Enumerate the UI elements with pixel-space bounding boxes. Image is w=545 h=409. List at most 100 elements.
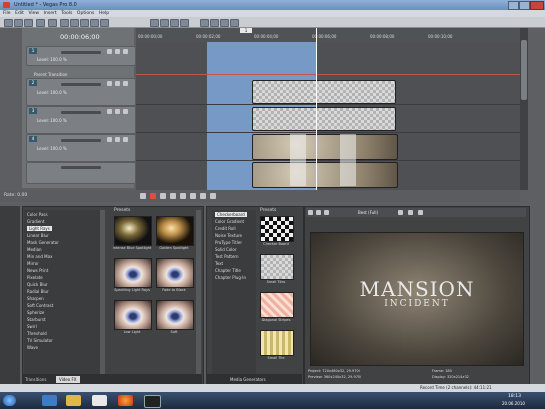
generator-item[interactable]: Chapter Plug-In <box>215 275 246 280</box>
fx-item[interactable]: Quick Blur <box>27 282 48 287</box>
level-slider[interactable] <box>61 83 101 86</box>
media-player-icon[interactable] <box>92 395 107 406</box>
fx-item[interactable]: Median <box>27 247 42 252</box>
play-icon[interactable] <box>170 193 176 199</box>
fx-item[interactable]: Mask Generator <box>27 240 59 245</box>
start-button-icon[interactable] <box>3 395 16 406</box>
level-slider[interactable] <box>61 139 101 142</box>
fx-item[interactable]: Mirror <box>27 261 39 266</box>
generator-preset-thumbnail[interactable] <box>260 254 294 280</box>
copy-snapshot-icon[interactable] <box>408 210 413 215</box>
region-marker[interactable]: 1 <box>240 28 252 33</box>
record-icon[interactable] <box>140 193 146 199</box>
menu-insert[interactable]: Insert <box>44 10 57 17</box>
explorer-icon[interactable] <box>66 395 81 406</box>
fx-item[interactable]: Radial Blur <box>27 289 49 294</box>
solo-icon[interactable] <box>115 81 120 86</box>
new-icon[interactable] <box>4 19 13 27</box>
generator-item[interactable]: Text <box>215 261 223 266</box>
fx-preset-thumbnail[interactable] <box>156 258 194 288</box>
play-from-start-icon[interactable] <box>160 193 166 199</box>
fx-icon[interactable] <box>123 49 128 54</box>
vegas-taskbar-icon[interactable] <box>144 395 161 408</box>
snapping-icon[interactable] <box>200 19 209 27</box>
minimize-button[interactable] <box>508 1 519 10</box>
fx-item[interactable]: Pixelate <box>27 275 43 280</box>
fx-icon[interactable] <box>123 109 128 114</box>
video-track-5[interactable] <box>26 162 136 184</box>
fx-item[interactable]: Gradient <box>27 219 44 224</box>
tab-video-fx[interactable]: Video FX <box>56 376 80 383</box>
ie-icon[interactable] <box>42 395 57 406</box>
solo-icon[interactable] <box>115 137 120 142</box>
fx-item[interactable]: Spherize <box>27 310 44 315</box>
normal-edit-tool-icon[interactable] <box>150 19 159 27</box>
timeline-ruler[interactable]: 1 00:00:00;00 00:00:02;00 00:00:04;00 00… <box>136 28 520 43</box>
solo-icon[interactable] <box>115 49 120 54</box>
fx-item[interactable]: Min and Max <box>27 254 52 259</box>
mute-icon[interactable] <box>107 137 112 142</box>
fx-item[interactable]: Swirl <box>27 324 37 329</box>
fx-item[interactable]: Wave <box>27 345 38 350</box>
fx-item[interactable]: Soft Contrast <box>27 303 53 308</box>
split-screen-icon[interactable] <box>324 210 329 215</box>
overlays-icon[interactable] <box>398 210 403 215</box>
fx-preset-thumbnail[interactable] <box>114 258 152 288</box>
envelope-tool-icon[interactable] <box>160 19 169 27</box>
mute-icon[interactable] <box>107 109 112 114</box>
video-track-3[interactable]: 3 Level: 100.0 % <box>26 106 136 134</box>
redo-icon[interactable] <box>100 19 109 27</box>
properties-icon[interactable] <box>48 19 57 27</box>
fx-presets-scrollbar[interactable] <box>196 210 201 375</box>
cut-icon[interactable] <box>60 19 69 27</box>
menu-edit[interactable]: Edit <box>15 10 24 17</box>
mute-icon[interactable] <box>107 49 112 54</box>
previous-frame-icon[interactable] <box>200 193 206 199</box>
generator-preset-thumbnail[interactable] <box>260 216 294 242</box>
fx-preset-thumbnail[interactable] <box>156 300 194 330</box>
open-icon[interactable] <box>14 19 23 27</box>
fx-item[interactable]: Color Pass <box>27 212 48 217</box>
level-slider[interactable] <box>61 166 101 169</box>
preview-properties-icon[interactable] <box>308 210 313 215</box>
paste-icon[interactable] <box>80 19 89 27</box>
playhead-cursor[interactable] <box>316 28 317 190</box>
copy-icon[interactable] <box>70 19 79 27</box>
fx-item[interactable]: Sharpen <box>27 296 44 301</box>
save-snapshot-icon[interactable] <box>418 210 423 215</box>
checkerboard-clip[interactable] <box>252 80 396 104</box>
firefox-icon[interactable] <box>118 395 133 406</box>
fx-preset-thumbnail[interactable] <box>114 300 152 330</box>
tab-media-generators[interactable]: Media Generators <box>230 377 266 382</box>
fx-icon[interactable] <box>123 137 128 142</box>
close-button[interactable] <box>530 1 544 10</box>
fx-icon[interactable] <box>123 81 128 86</box>
generator-item[interactable]: Test Pattern <box>215 254 239 259</box>
pause-icon[interactable] <box>180 193 186 199</box>
fx-preset-thumbnail[interactable] <box>156 216 194 246</box>
fx-item[interactable]: Starburst <box>27 317 46 322</box>
lock-envelopes-icon[interactable] <box>220 19 229 27</box>
save-icon[interactable] <box>24 19 33 27</box>
render-icon[interactable] <box>36 19 45 27</box>
generator-item-selected[interactable]: Checkerboard <box>215 212 247 217</box>
fx-item-selected[interactable]: Light Rays <box>27 226 52 231</box>
generator-item[interactable]: Credit Roll <box>215 226 236 231</box>
video-track-4[interactable]: 4 Level: 100.0 % <box>26 134 136 162</box>
auto-ripple-icon[interactable] <box>210 19 219 27</box>
stone-texture-clip[interactable] <box>252 162 398 188</box>
generator-item[interactable]: Noise Texture <box>215 233 242 238</box>
tab-transitions[interactable]: Transitions <box>25 377 46 382</box>
scrollbar-thumb[interactable] <box>521 40 527 100</box>
fx-item[interactable]: Threshold <box>27 331 47 336</box>
level-slider[interactable] <box>61 51 101 54</box>
fx-tree-scrollbar[interactable] <box>100 210 105 375</box>
video-track-1[interactable]: 1 Level: 100.0 % <box>26 46 136 66</box>
generator-item[interactable]: Solid Color <box>215 247 236 252</box>
ignore-grouping-icon[interactable] <box>230 19 239 27</box>
video-track-2[interactable]: 2 Level: 100.0 % <box>26 78 136 106</box>
undo-icon[interactable] <box>90 19 99 27</box>
external-monitor-icon[interactable] <box>316 210 321 215</box>
mute-icon[interactable] <box>107 81 112 86</box>
menu-help[interactable]: Help <box>99 10 109 17</box>
